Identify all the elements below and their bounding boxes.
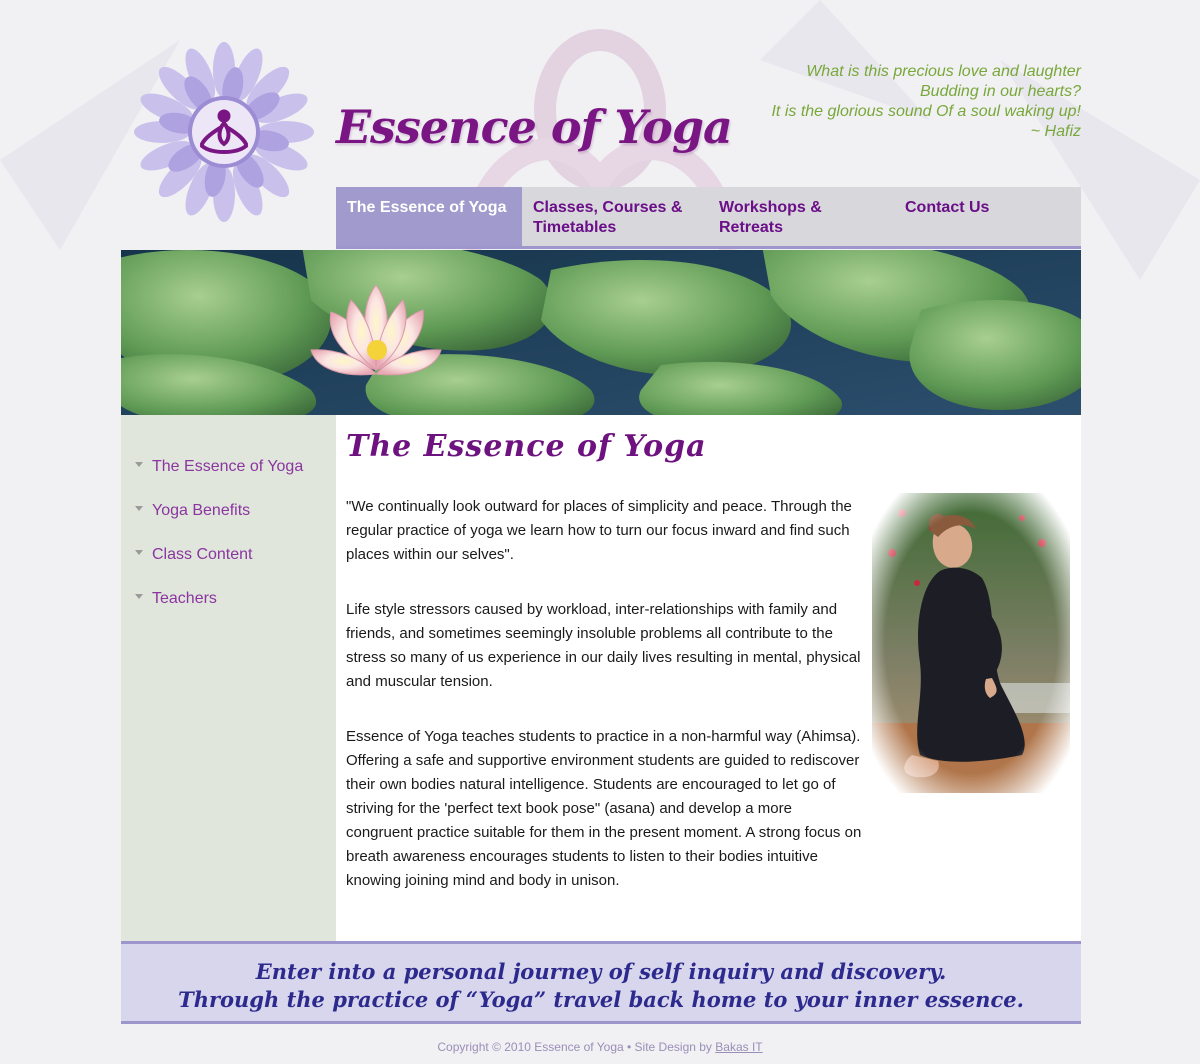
sidebar-item-essence-of-yoga[interactable]: The Essence of Yoga xyxy=(135,445,336,489)
triangle-down-icon xyxy=(135,593,143,599)
triangle-down-icon xyxy=(135,461,143,467)
hafiz-quote: What is this precious love and laughter … xyxy=(771,62,1081,142)
quote-line: It is the glorious sound Of a soul wakin… xyxy=(771,103,1081,120)
main-nav: The Essence of Yoga Classes, Courses & T… xyxy=(336,187,1081,249)
quote-line: What is this precious love and laughter xyxy=(806,63,1081,80)
sidebar-item-label[interactable]: Class Content xyxy=(152,546,253,564)
sidebar-item-label[interactable]: Yoga Benefits xyxy=(152,502,250,520)
paragraph-stressors: Life style stressors caused by workload,… xyxy=(346,601,861,690)
triangle-down-icon xyxy=(135,505,143,511)
page-heading: The Essence of Yoga xyxy=(346,429,707,464)
sidebar-item-label[interactable]: Teachers xyxy=(152,590,217,608)
paragraph-intro-quote: "We continually look outward for places … xyxy=(346,498,852,563)
nav-item-contact-us[interactable]: Contact Us xyxy=(894,187,1080,246)
sidebar-item-teachers[interactable]: Teachers xyxy=(135,577,336,621)
lotus-logo-icon[interactable] xyxy=(132,40,316,224)
paragraph-teaching: Essence of Yoga teaches students to prac… xyxy=(346,728,862,889)
sidebar-item-class-content[interactable]: Class Content xyxy=(135,533,336,577)
sidebar-menu: The Essence of Yoga Yoga Benefits Class … xyxy=(121,415,336,621)
yoga-pose-photo xyxy=(872,493,1070,793)
body-text: "We continually look outward for places … xyxy=(346,495,862,924)
nav-item-classes-courses-timetables[interactable]: Classes, Courses & Timetables xyxy=(522,187,708,246)
quote-attribution: ~ Hafiz xyxy=(1030,123,1081,140)
water-lily-banner xyxy=(121,250,1081,415)
main-content: The Essence of Yoga "We continually look… xyxy=(336,415,1081,941)
copyright-text: Copyright © 2010 Essence of Yoga • Site … xyxy=(437,1040,712,1054)
tagline-line: Enter into a personal journey of self in… xyxy=(255,959,947,984)
tagline-line: Through the practice of “Yoga” travel ba… xyxy=(178,987,1024,1012)
nav-item-workshops-retreats[interactable]: Workshops & Retreats xyxy=(708,187,894,246)
tagline-band: Enter into a personal journey of self in… xyxy=(121,941,1081,1024)
nav-item-essence-of-yoga[interactable]: The Essence of Yoga xyxy=(336,187,522,246)
sidebar: The Essence of Yoga Yoga Benefits Class … xyxy=(121,415,336,941)
sidebar-item-yoga-benefits[interactable]: Yoga Benefits xyxy=(135,489,336,533)
site-title[interactable]: Essence of Yoga xyxy=(336,100,733,154)
copyright: Copyright © 2010 Essence of Yoga • Site … xyxy=(0,1040,1200,1054)
sidebar-item-label[interactable]: The Essence of Yoga xyxy=(152,458,303,476)
triangle-down-icon xyxy=(135,549,143,555)
quote-line: Budding in our hearts? xyxy=(920,83,1081,100)
designer-link[interactable]: Bakas IT xyxy=(715,1040,762,1054)
